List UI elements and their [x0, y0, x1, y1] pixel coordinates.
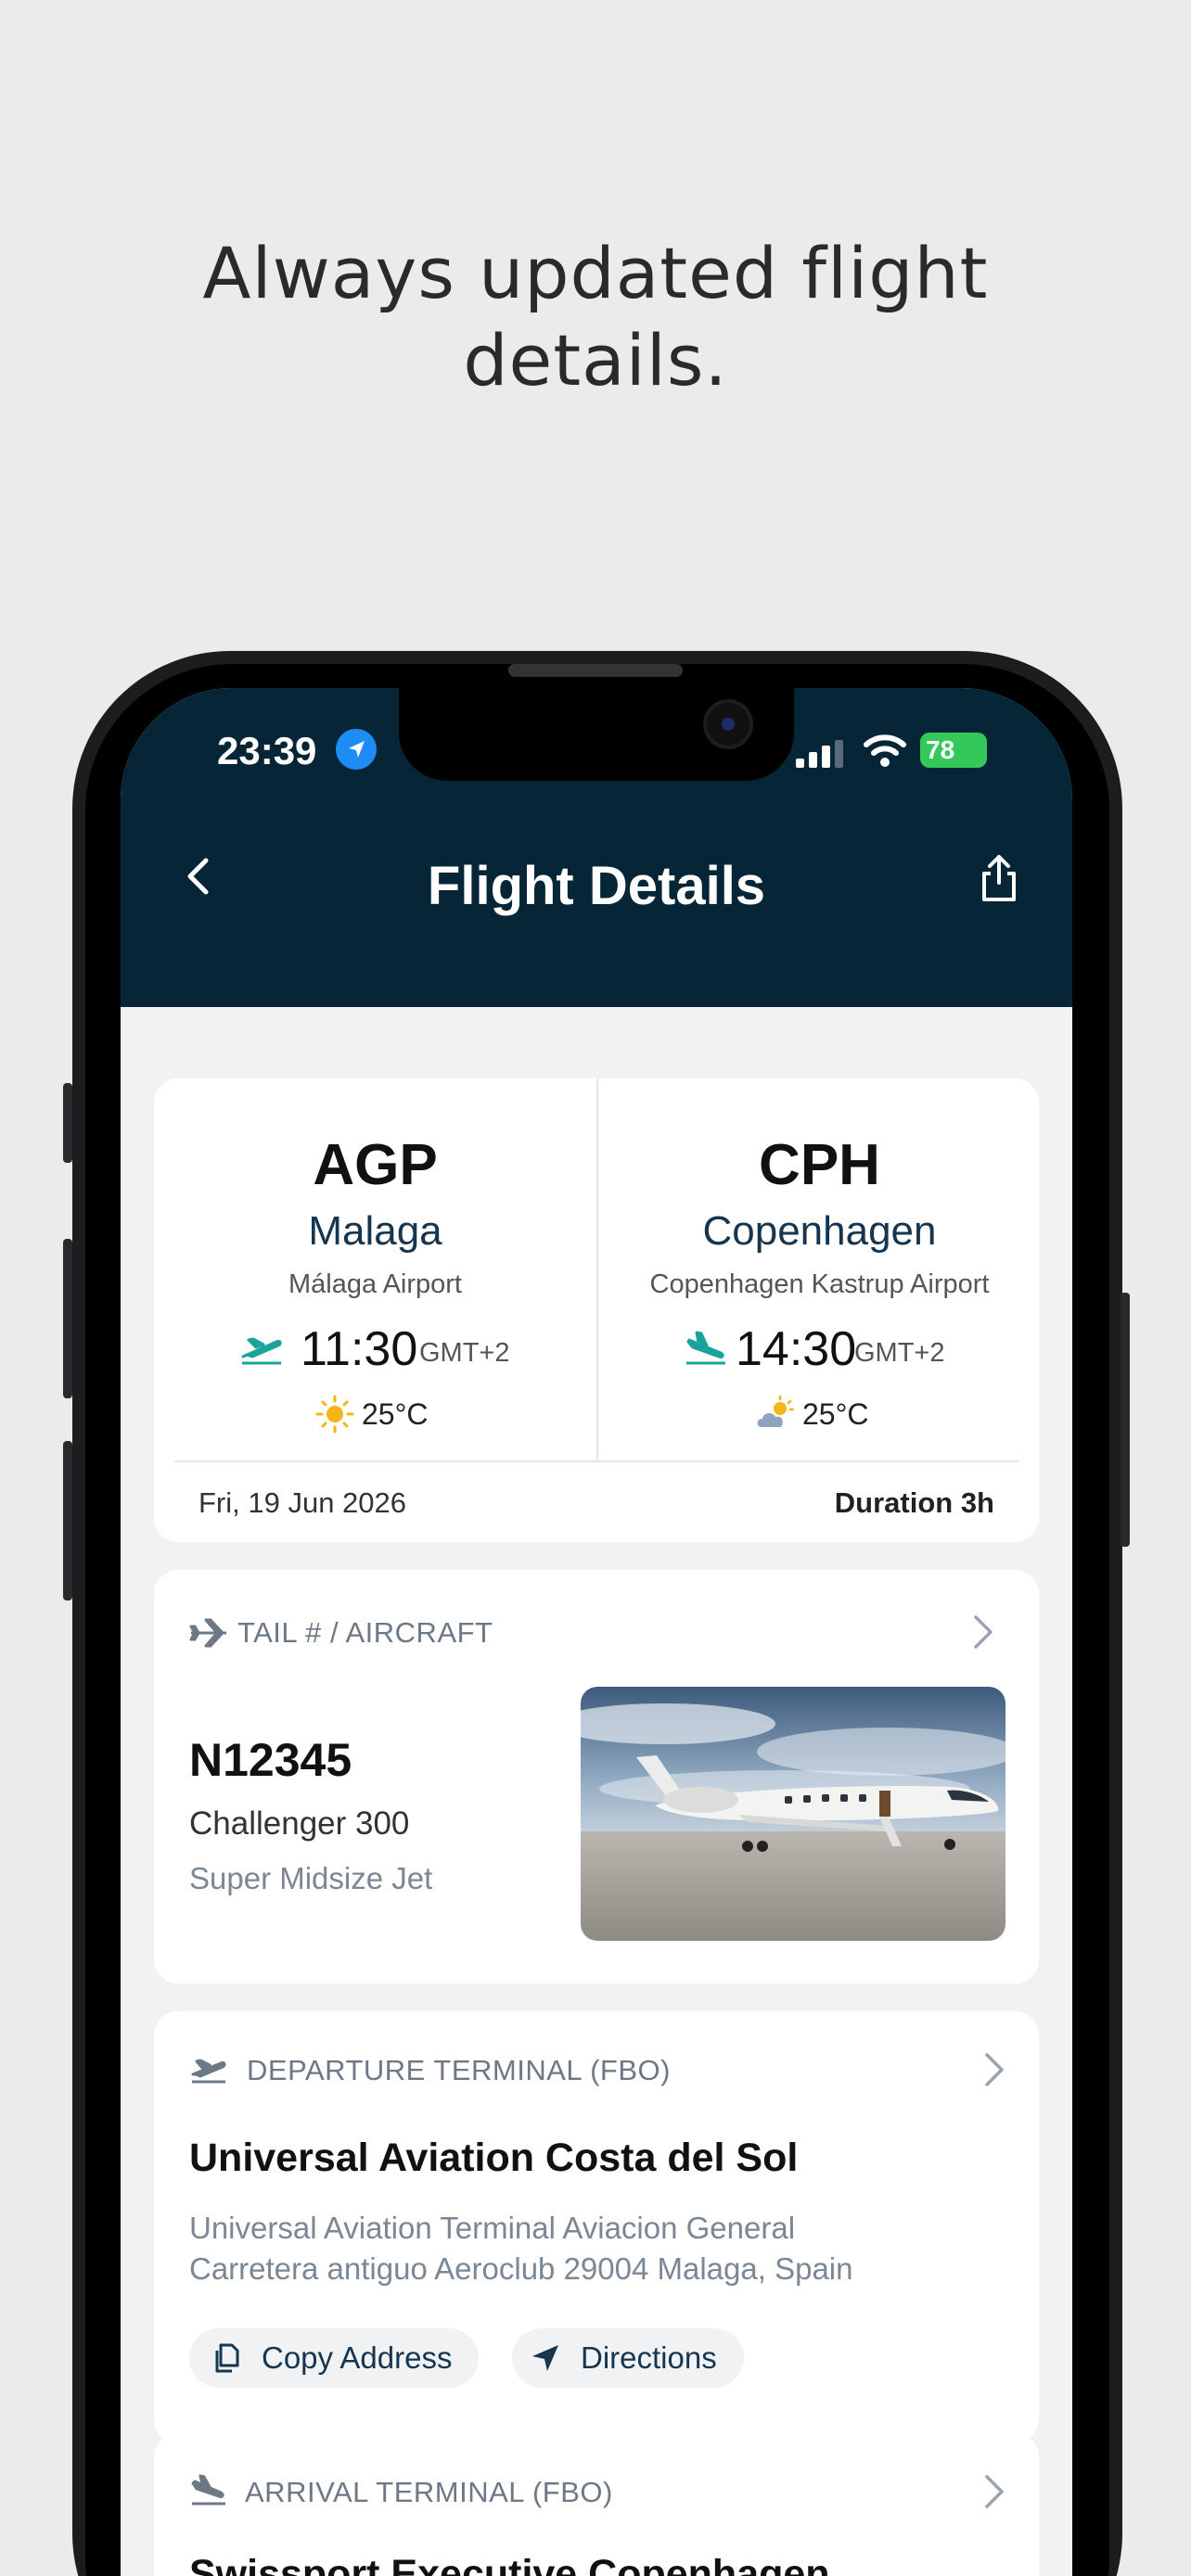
departure-terminal-card[interactable]: DEPARTURE TERMINAL (FBO) Universal Aviat…: [154, 2011, 1039, 2443]
departure-time: 11:30: [301, 1322, 418, 1376]
takeoff-icon: [191, 2059, 226, 2084]
chevron-right-icon[interactable]: [981, 2050, 1007, 2089]
share-icon[interactable]: [976, 853, 1022, 903]
departure-weather: 25°C: [154, 1394, 596, 1436]
copy-address-button[interactable]: Copy Address: [189, 2328, 479, 2388]
cellular-signal-icon: [796, 740, 843, 768]
headline-line-1: Always updated flight: [202, 232, 989, 314]
chevron-right-icon[interactable]: [970, 1613, 996, 1651]
arrival-timezone: GMT+2: [854, 1338, 945, 1368]
departure-terminal-label: DEPARTURE TERMINAL (FBO): [247, 2054, 671, 2086]
location-arrow-icon: [336, 729, 377, 770]
departure-time-row: 11:30 GMT+2: [154, 1321, 596, 1377]
takeoff-icon: [241, 1337, 282, 1365]
sun-icon: [315, 1395, 354, 1434]
battery-level: 78: [926, 735, 955, 764]
arrival-city: Copenhagen: [702, 1208, 937, 1254]
page-title: Flight Details: [427, 856, 766, 916]
address-line-1: Universal Aviation Terminal Aviacion Gen…: [189, 2211, 796, 2245]
address-line-2: Carretera antiguo Aeroclub 29004 Malaga,…: [189, 2251, 853, 2286]
chevron-right-icon[interactable]: [981, 2472, 1007, 2511]
departure-fbo-name: Universal Aviation Costa del Sol: [189, 2136, 799, 2180]
route-separator: [174, 1460, 1018, 1462]
front-camera: [703, 699, 753, 749]
departure-airport: Málaga Airport: [288, 1269, 462, 1299]
arrival-weather: 25°C: [598, 1394, 1041, 1436]
phone-power-button: [1121, 1293, 1130, 1547]
phone-volume-up: [63, 1239, 72, 1398]
departure-timezone: GMT+2: [419, 1338, 510, 1368]
flight-duration: Duration 3h: [834, 1486, 994, 1519]
route-card: AGP Malaga Málaga Airport 11:30 GMT+2 25…: [154, 1078, 1039, 1542]
arrival-terminal-label: ARRIVAL TERMINAL (FBO): [245, 2476, 613, 2508]
arrival-time-row: 14:30 GMT+2: [598, 1321, 1041, 1377]
phone-mute-switch: [63, 1083, 72, 1163]
battery-indicator: 78: [920, 733, 987, 768]
directions-label: Directions: [581, 2340, 717, 2375]
phone-speaker: [508, 664, 683, 677]
departure-fbo-address: Universal Aviation Terminal Aviacion Gen…: [189, 2208, 1005, 2289]
departure-city: Malaga: [308, 1208, 442, 1254]
arrival-code: CPH: [759, 1133, 880, 1197]
airplane-icon: [189, 1618, 226, 1648]
aircraft-photo: [581, 1687, 1005, 1941]
wifi-icon: [864, 734, 906, 767]
aircraft-model: Challenger 300: [189, 1805, 410, 1842]
landing-icon: [686, 1331, 725, 1365]
aircraft-section-label: TAIL # / AIRCRAFT: [237, 1616, 493, 1649]
headline-line-2: details.: [463, 319, 728, 402]
arrival-terminal-card[interactable]: ARRIVAL TERMINAL (FBO) Swissport Executi…: [154, 2433, 1039, 2576]
arrival-airport: Copenhagen Kastrup Airport: [649, 1269, 990, 1299]
copy-icon: [215, 2343, 239, 2373]
navigation-arrow-icon: [532, 2345, 558, 2371]
tail-number: N12345: [189, 1734, 352, 1786]
aircraft-category: Super Midsize Jet: [189, 1861, 433, 1895]
marketing-headline: Always updated flight details.: [0, 230, 1191, 404]
directions-button[interactable]: Directions: [512, 2328, 744, 2388]
arrival-time: 14:30: [736, 1322, 857, 1376]
copy-address-label: Copy Address: [262, 2340, 453, 2375]
phone-screen: 23:39 78 Flight Details AGP Malaga Málag…: [121, 688, 1072, 2576]
departure-temperature: 25°C: [362, 1397, 429, 1431]
partly-cloudy-icon: [757, 1395, 795, 1427]
arrival-fbo-name: Swissport Executive Copenhagen: [189, 2552, 830, 2576]
app-header: 23:39 78 Flight Details: [121, 688, 1072, 1007]
aircraft-card[interactable]: TAIL # / AIRCRAFT N12345 Challenger 300 …: [154, 1570, 1039, 1983]
dynamic-notch: [399, 688, 794, 781]
departure-code: AGP: [313, 1133, 438, 1197]
flight-date: Fri, 19 Jun 2026: [198, 1486, 407, 1519]
phone-volume-down: [63, 1441, 72, 1600]
arrival-temperature: 25°C: [802, 1397, 869, 1431]
status-time: 23:39: [217, 729, 317, 772]
landing-icon: [191, 2474, 225, 2506]
